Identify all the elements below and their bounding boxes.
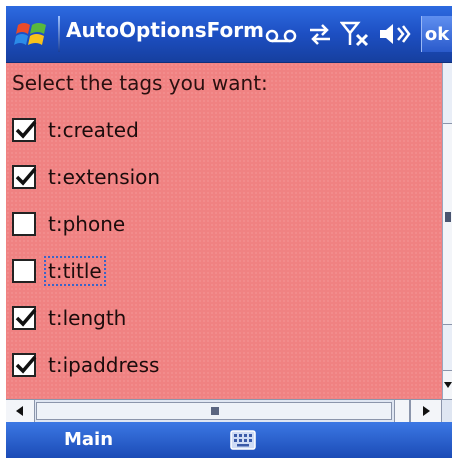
scroll-grip-icon xyxy=(445,212,451,222)
ok-button[interactable]: ok xyxy=(421,16,452,52)
form-content: Select the tags you want: t:created t:ex… xyxy=(6,63,442,399)
option-row-extension[interactable]: t:extension xyxy=(12,160,162,194)
checkbox-length[interactable] xyxy=(12,306,37,330)
option-row-ipaddress[interactable]: t:ipaddress xyxy=(12,348,161,382)
device-screen: AutoOptionsForm ok Select the tags you w… xyxy=(6,6,452,458)
title-separator xyxy=(58,16,60,52)
scroll-left-button[interactable] xyxy=(6,400,35,422)
keyboard-icon[interactable] xyxy=(230,430,256,450)
scroll-grip-icon xyxy=(211,407,219,415)
arrow-right-icon xyxy=(423,406,430,416)
form-prompt: Select the tags you want: xyxy=(12,71,268,95)
option-row-title[interactable]: t:title xyxy=(12,254,106,288)
softkey-bar: Main xyxy=(6,422,452,458)
voicemail-icon[interactable] xyxy=(264,20,300,48)
option-label[interactable]: t:ipaddress xyxy=(46,352,161,378)
checkbox-phone[interactable] xyxy=(12,212,36,236)
checkmark-icon xyxy=(15,167,37,186)
window-title: AutoOptionsForm xyxy=(66,18,264,42)
checkmark-icon xyxy=(15,308,37,327)
arrow-down-icon xyxy=(444,382,452,388)
scroll-right-button[interactable] xyxy=(410,400,442,422)
sync-arrows-icon[interactable] xyxy=(306,20,334,48)
speaker-icon[interactable] xyxy=(378,20,412,48)
option-label[interactable]: t:created xyxy=(46,117,141,143)
antenna-no-signal-icon[interactable] xyxy=(340,20,372,48)
horizontal-scroll-thumb[interactable] xyxy=(36,402,392,420)
arrow-left-icon xyxy=(16,406,23,416)
option-label[interactable]: t:length xyxy=(46,305,128,331)
scroll-track-end xyxy=(394,400,410,422)
checkbox-title[interactable] xyxy=(12,259,36,283)
option-label[interactable]: t:phone xyxy=(46,211,127,237)
option-row-phone[interactable]: t:phone xyxy=(12,207,127,241)
checkbox-extension[interactable] xyxy=(12,165,37,189)
checkbox-ipaddress[interactable] xyxy=(12,353,37,377)
horizontal-scrollbar[interactable] xyxy=(6,399,452,423)
checkmark-icon xyxy=(15,120,37,139)
windows-flag-icon[interactable] xyxy=(14,16,50,52)
option-label[interactable]: t:extension xyxy=(46,164,162,190)
checkbox-created[interactable] xyxy=(12,118,37,142)
vertical-scrollbar[interactable] xyxy=(442,63,452,399)
main-softkey[interactable]: Main xyxy=(64,429,113,450)
title-bar: AutoOptionsForm ok xyxy=(6,6,452,63)
option-label[interactable]: t:title xyxy=(44,256,106,286)
scroll-down-button[interactable] xyxy=(443,370,452,399)
option-row-length[interactable]: t:length xyxy=(12,301,128,335)
option-row-created[interactable]: t:created xyxy=(12,113,141,147)
checkmark-icon xyxy=(15,355,37,374)
vertical-scroll-thumb[interactable] xyxy=(443,123,452,325)
